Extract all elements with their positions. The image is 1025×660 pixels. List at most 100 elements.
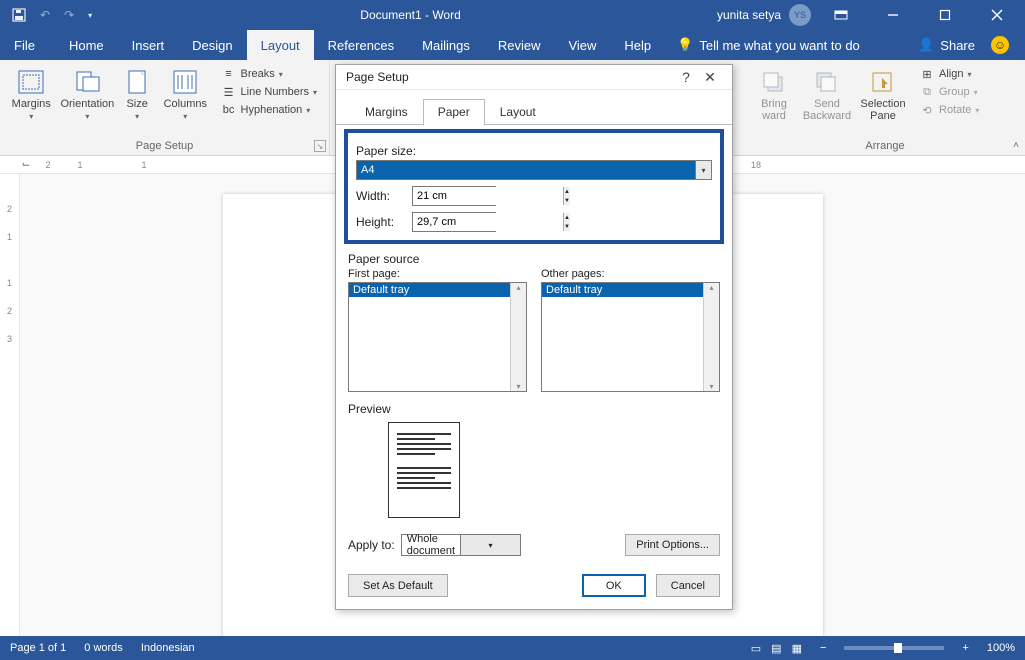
margins-button[interactable]: Margins▾	[6, 64, 56, 134]
line-numbers-icon: ☰	[221, 85, 237, 99]
web-layout-icon[interactable]: ▦	[792, 642, 802, 655]
tab-insert[interactable]: Insert	[118, 30, 179, 60]
status-language[interactable]: Indonesian	[141, 642, 195, 654]
undo-icon[interactable]: ↶	[40, 8, 50, 22]
feedback-icon[interactable]: ☺	[991, 36, 1009, 54]
tab-file[interactable]: File	[0, 30, 49, 60]
spin-down-icon[interactable]: ▼	[564, 222, 570, 231]
tab-review[interactable]: Review	[484, 30, 555, 60]
share-icon: 👤	[918, 37, 934, 53]
width-field[interactable]	[413, 187, 563, 205]
ok-button[interactable]: OK	[582, 574, 646, 597]
share-button[interactable]: 👤 Share	[918, 37, 975, 53]
tab-help[interactable]: Help	[610, 30, 665, 60]
other-pages-listbox[interactable]: Default tray ▴ ▾	[541, 282, 720, 392]
status-words[interactable]: 0 words	[84, 642, 123, 654]
dialog-close-icon[interactable]: ✕	[698, 69, 722, 86]
height-field[interactable]	[413, 213, 563, 231]
width-input[interactable]: ▲▼	[412, 186, 496, 206]
send-backward-button[interactable]: Send Backward	[801, 64, 853, 134]
list-item[interactable]: Default tray	[349, 283, 526, 297]
maximize-icon[interactable]	[923, 0, 967, 30]
dialog-tabs: Margins Paper Layout	[336, 90, 732, 125]
tab-layout[interactable]: Layout	[247, 30, 314, 60]
height-label: Height:	[356, 215, 404, 229]
spin-down-icon[interactable]: ▼	[564, 196, 570, 205]
user-area: yunita setya YS	[717, 0, 1025, 30]
scroll-down-icon[interactable]: ▾	[516, 382, 520, 391]
status-page[interactable]: Page 1 of 1	[10, 642, 66, 654]
selection-pane-icon	[867, 68, 899, 96]
list-item[interactable]: Default tray	[542, 283, 719, 297]
size-button[interactable]: Size▾	[118, 64, 156, 134]
paper-size-highlight: Paper size: A4 ▾ Width: ▲▼ Height: ▲▼	[344, 129, 724, 244]
cancel-button[interactable]: Cancel	[656, 574, 720, 597]
print-options-button[interactable]: Print Options...	[625, 534, 720, 556]
page-setup-dialog: Page Setup ? ✕ Margins Paper Layout Pape…	[335, 64, 733, 610]
rotate-icon: ⟲	[919, 103, 935, 117]
group-page-setup: Margins▾ Orientation▾ Size▾ Columns▾ ≡Br…	[0, 60, 330, 155]
scroll-up-icon[interactable]: ▴	[516, 283, 520, 292]
zoom-level[interactable]: 100%	[987, 642, 1015, 654]
dialog-help-icon[interactable]: ?	[674, 69, 698, 85]
breaks-button[interactable]: ≡Breaks ▾	[219, 66, 320, 82]
dialog-titlebar[interactable]: Page Setup ? ✕	[336, 65, 732, 90]
tab-home[interactable]: Home	[55, 30, 118, 60]
spin-up-icon[interactable]: ▲	[564, 187, 570, 196]
selection-pane-button[interactable]: Selection Pane	[857, 64, 909, 134]
height-input[interactable]: ▲▼	[412, 212, 496, 232]
paper-size-combo[interactable]: A4 ▾	[356, 160, 712, 180]
minimize-icon[interactable]	[871, 0, 915, 30]
rotate-button[interactable]: ⟲Rotate ▾	[917, 102, 981, 118]
chevron-down-icon[interactable]: ▾	[695, 161, 711, 179]
redo-icon[interactable]: ↷	[64, 8, 74, 22]
group-arrange: Bring ward Send Backward Selection Pane …	[745, 60, 1025, 155]
preview-label: Preview	[348, 402, 720, 416]
qat-more-icon[interactable]: ▾	[88, 11, 92, 20]
zoom-in-icon[interactable]: +	[962, 642, 968, 654]
tab-design[interactable]: Design	[178, 30, 246, 60]
scroll-down-icon[interactable]: ▾	[709, 382, 713, 391]
avatar[interactable]: YS	[789, 4, 811, 26]
group-button[interactable]: ⧉Group ▾	[917, 84, 981, 100]
tell-me[interactable]: 💡 Tell me what you want to do	[677, 37, 860, 53]
tab-view[interactable]: View	[554, 30, 610, 60]
orientation-icon	[71, 68, 103, 96]
orientation-button[interactable]: Orientation▾	[60, 64, 114, 134]
set-as-default-button[interactable]: Set As Default	[348, 574, 448, 597]
document-title: Document1 - Word	[104, 8, 717, 22]
collapse-ribbon-icon[interactable]: ˄	[1013, 140, 1019, 151]
apply-to-label: Apply to:	[348, 538, 395, 552]
scroll-up-icon[interactable]: ▴	[709, 283, 713, 292]
bring-forward-button[interactable]: Bring ward	[751, 64, 797, 134]
print-layout-icon[interactable]: ▤	[771, 642, 781, 655]
first-page-listbox[interactable]: Default tray ▴ ▾	[348, 282, 527, 392]
width-label: Width:	[356, 189, 404, 203]
tab-mailings[interactable]: Mailings	[408, 30, 484, 60]
line-numbers-button[interactable]: ☰Line Numbers ▾	[219, 84, 320, 100]
dialog-tab-paper[interactable]: Paper	[423, 99, 485, 126]
read-mode-icon[interactable]: ▭	[751, 642, 761, 655]
vertical-ruler[interactable]: 2 1 1 2 3	[0, 174, 20, 636]
paper-size-label: Paper size:	[356, 144, 712, 158]
spin-up-icon[interactable]: ▲	[564, 213, 570, 222]
close-icon[interactable]	[975, 0, 1019, 30]
dialog-tab-layout[interactable]: Layout	[485, 99, 551, 126]
zoom-out-icon[interactable]: −	[820, 642, 826, 654]
page-setup-launcher-icon[interactable]: ↘	[314, 140, 326, 152]
breaks-icon: ≡	[221, 67, 237, 81]
paper-source-label: Paper source	[348, 252, 720, 266]
chevron-down-icon[interactable]: ▾	[460, 535, 520, 555]
user-name[interactable]: yunita setya	[717, 8, 781, 22]
hyphenation-button[interactable]: bcHyphenation ▾	[219, 102, 320, 118]
lightbulb-icon: 💡	[677, 37, 693, 53]
tab-references[interactable]: References	[314, 30, 408, 60]
align-button[interactable]: ⊞Align ▾	[917, 66, 981, 82]
hyphenation-icon: bc	[221, 103, 237, 117]
dialog-tab-margins[interactable]: Margins	[350, 99, 423, 126]
save-icon[interactable]	[12, 8, 26, 22]
apply-to-combo[interactable]: Whole document ▾	[401, 534, 521, 556]
columns-button[interactable]: Columns▾	[160, 64, 210, 134]
zoom-slider[interactable]	[844, 646, 944, 650]
ribbon-display-icon[interactable]	[819, 0, 863, 30]
